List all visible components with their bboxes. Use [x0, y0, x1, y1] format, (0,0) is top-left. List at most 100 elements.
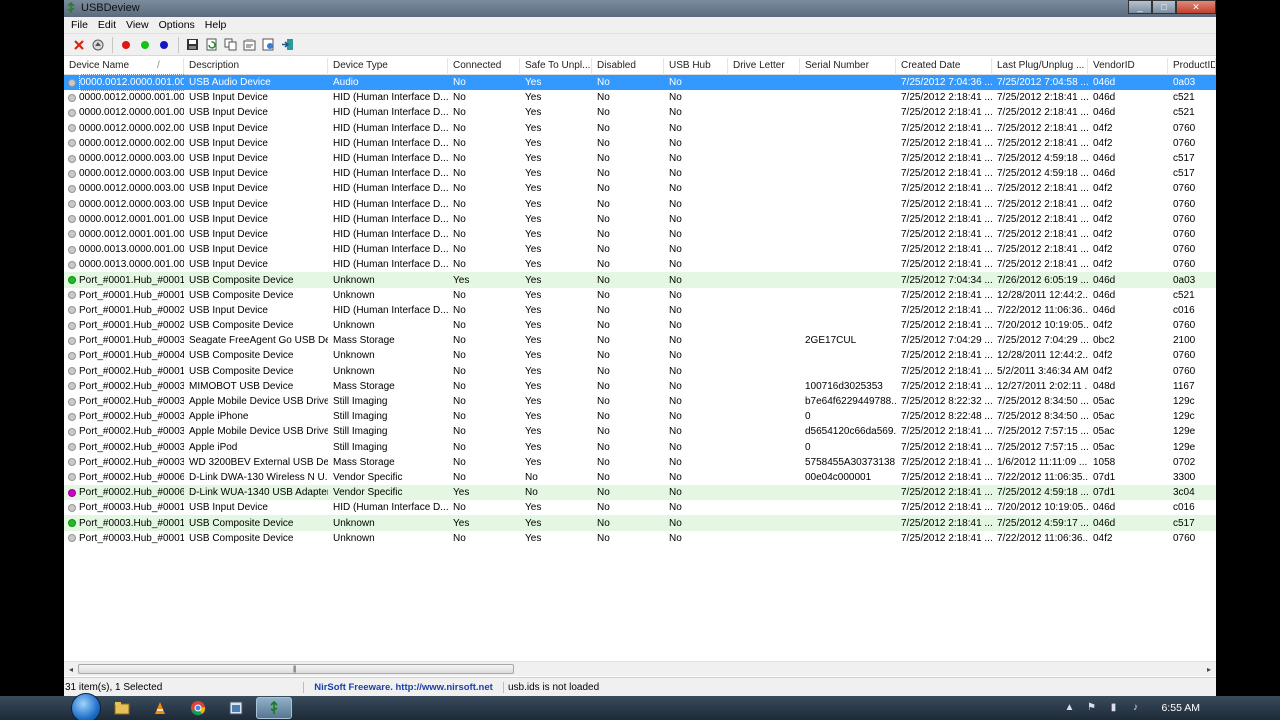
column-header[interactable]: VendorID [1088, 58, 1168, 75]
scroll-left-icon[interactable]: ◂ [66, 665, 76, 675]
menu-edit[interactable]: Edit [93, 19, 121, 31]
column-header[interactable]: Description [184, 58, 328, 75]
maximize-button[interactable]: □ [1152, 0, 1176, 14]
scrollbar-thumb[interactable]: ||| [78, 664, 514, 674]
status-dot-icon [68, 427, 76, 436]
menu-help[interactable]: Help [200, 19, 232, 31]
cell-type: HID (Human Interface D... [333, 137, 448, 149]
column-header[interactable]: Serial Number [800, 58, 896, 75]
table-row[interactable]: 0000.0012.0000.003.00... USB Input Device… [64, 181, 1216, 196]
chrome-icon[interactable] [180, 697, 216, 719]
table-row[interactable]: Port_#0002.Hub_#0003 Apple Mobile Device … [64, 424, 1216, 439]
enable-disable-icon[interactable] [155, 36, 173, 54]
table-row[interactable]: 0000.0012.0001.001.00... USB Input Device… [64, 227, 1216, 242]
column-header[interactable]: Connected [448, 58, 520, 75]
column-header[interactable]: Drive Letter [728, 58, 800, 75]
network-icon[interactable]: ▮ [1107, 702, 1119, 714]
cell-safe: Yes [525, 259, 542, 271]
menu-file[interactable]: File [66, 19, 93, 31]
table-row[interactable]: 0000.0012.0000.002.00... USB Input Device… [64, 136, 1216, 151]
cell-pid: c517 [1173, 153, 1195, 165]
table-row[interactable]: 0000.0012.0001.001.00... USB Input Device… [64, 212, 1216, 227]
cell-hub: No [669, 335, 682, 347]
table-row[interactable]: Port_#0002.Hub_#0001 USB Composite Device… [64, 364, 1216, 379]
cell-pid: c016 [1173, 502, 1195, 514]
app-window-icon[interactable] [218, 697, 254, 719]
explorer-icon[interactable] [104, 697, 140, 719]
show-hidden-icons-icon[interactable]: ▲ [1063, 702, 1075, 714]
column-header[interactable]: ProductID [1168, 58, 1216, 75]
table-row[interactable]: 0000.0012.0000.003.00... USB Input Device… [64, 197, 1216, 212]
save-icon[interactable] [183, 36, 201, 54]
table-row[interactable]: 0000.0012.0000.001.00... USB Audio Device… [64, 74, 1216, 92]
disable-icon[interactable] [117, 36, 135, 54]
eject-icon[interactable] [89, 36, 107, 54]
refresh-icon[interactable] [202, 36, 220, 54]
menu-view[interactable]: View [121, 19, 154, 31]
column-header[interactable]: Safe To Unpl... [520, 58, 592, 75]
volume-icon[interactable]: ♪ [1129, 702, 1141, 714]
copy-icon[interactable] [221, 36, 239, 54]
start-button[interactable] [68, 693, 102, 720]
scroll-right-icon[interactable]: ▸ [1204, 665, 1214, 675]
table-row[interactable]: 0000.0013.0000.001.00... USB Input Device… [64, 257, 1216, 272]
table-row[interactable]: Port_#0001.Hub_#0002 USB Composite Device… [64, 318, 1216, 333]
minimize-button[interactable]: _ [1128, 0, 1152, 14]
table-row[interactable]: 0000.0012.0000.002.00... USB Input Device… [64, 121, 1216, 136]
column-header[interactable]: USB Hub [664, 58, 728, 75]
cell-created: 7/25/2012 2:18:41 ... [901, 122, 992, 134]
cell-hub: No [669, 153, 682, 165]
column-header[interactable]: Disabled [592, 58, 664, 75]
table-row[interactable]: Port_#0001.Hub_#0002 USB Input Device HID … [64, 303, 1216, 318]
cell-serial: 5758455A30373138... [805, 456, 896, 468]
table-row[interactable]: Port_#0002.Hub_#0003 Apple Mobile Device … [64, 394, 1216, 409]
table-row[interactable]: Port_#0001.Hub_#0003 Seagate FreeAgent Go… [64, 333, 1216, 348]
column-header[interactable]: Device Type [328, 58, 448, 75]
table-row[interactable]: Port_#0002.Hub_#0003 Apple iPod Still Imag… [64, 440, 1216, 455]
table-row[interactable]: 0000.0012.0000.003.00... USB Input Device… [64, 166, 1216, 181]
table-row[interactable]: 0000.0012.0000.001.00... USB Input Device… [64, 105, 1216, 120]
table-row[interactable]: Port_#0003.Hub_#0001 USB Input Device HID … [64, 500, 1216, 515]
table-row[interactable]: Port_#0001.Hub_#0001 USB Composite Device… [64, 272, 1216, 288]
nirsoft-link[interactable]: NirSoft Freeware. http://www.nirsoft.net [304, 681, 504, 693]
table-row[interactable]: Port_#0001.Hub_#0004 USB Composite Device… [64, 348, 1216, 363]
flag-icon[interactable]: ⚑ [1085, 702, 1097, 714]
cell-connected: No [453, 365, 466, 377]
exit-icon[interactable] [278, 36, 296, 54]
table-row[interactable]: Port_#0003.Hub_#0001 USB Composite Device… [64, 531, 1216, 546]
title-bar[interactable]: USBDeview _ □ ✕ [64, 0, 1216, 17]
table-row[interactable]: Port_#0002.Hub_#0003 MIMOBOT USB Device Ma… [64, 379, 1216, 394]
cell-hub: No [669, 107, 682, 119]
cell-vid: 04f2 [1093, 350, 1113, 362]
table-row[interactable]: Port_#0002.Hub_#0003 WD 3200BEV External … [64, 455, 1216, 470]
column-header[interactable]: Created Date [896, 58, 992, 75]
cell-last: 7/25/2012 4:59:18 ... [997, 487, 1088, 499]
table-row[interactable]: 0000.0012.0000.003.00... USB Input Device… [64, 151, 1216, 166]
cell-type: HID (Human Interface D... [333, 228, 448, 240]
table-row[interactable]: 0000.0013.0000.001.00... USB Input Device… [64, 242, 1216, 257]
cell-created: 7/25/2012 2:18:41 ... [901, 213, 992, 225]
column-header[interactable]: Device Name / [64, 58, 184, 75]
table-row[interactable]: Port_#0002.Hub_#0006 D-Link DWA-130 Wirel… [64, 470, 1216, 485]
enable-icon[interactable] [136, 36, 154, 54]
vlc-icon[interactable] [142, 697, 178, 719]
table-row[interactable]: Port_#0002.Hub_#0003 Apple iPhone Still Im… [64, 409, 1216, 424]
uninstall-icon[interactable] [70, 36, 88, 54]
html-report-icon[interactable] [259, 36, 277, 54]
table-row[interactable]: Port_#0001.Hub_#0001 USB Composite Device… [64, 288, 1216, 303]
table-row[interactable]: 0000.0012.0000.001.00... USB Input Device… [64, 90, 1216, 105]
cell-hub: No [669, 517, 682, 529]
column-header[interactable]: Last Plug/Unplug ... [992, 58, 1088, 75]
device-list[interactable]: Device Name / Description Device Type Connec… [64, 58, 1216, 661]
close-button[interactable]: ✕ [1176, 0, 1216, 14]
device-rows: 0000.0012.0000.001.00... USB Audio Device… [64, 74, 1216, 546]
usbdeview-icon[interactable] [256, 697, 292, 719]
properties-icon[interactable] [240, 36, 258, 54]
cell-disabled: No [597, 502, 610, 514]
cell-desc: WD 3200BEV External USB Dev... [189, 456, 328, 468]
menu-options[interactable]: Options [154, 19, 200, 31]
horizontal-scrollbar[interactable]: ◂ ||| ▸ [64, 661, 1216, 676]
table-row[interactable]: Port_#0002.Hub_#0006 D-Link WUA-1340 USB … [64, 485, 1216, 501]
table-row[interactable]: Port_#0003.Hub_#0001 USB Composite Device… [64, 515, 1216, 531]
clock[interactable]: 6:55 AM [1161, 702, 1200, 714]
